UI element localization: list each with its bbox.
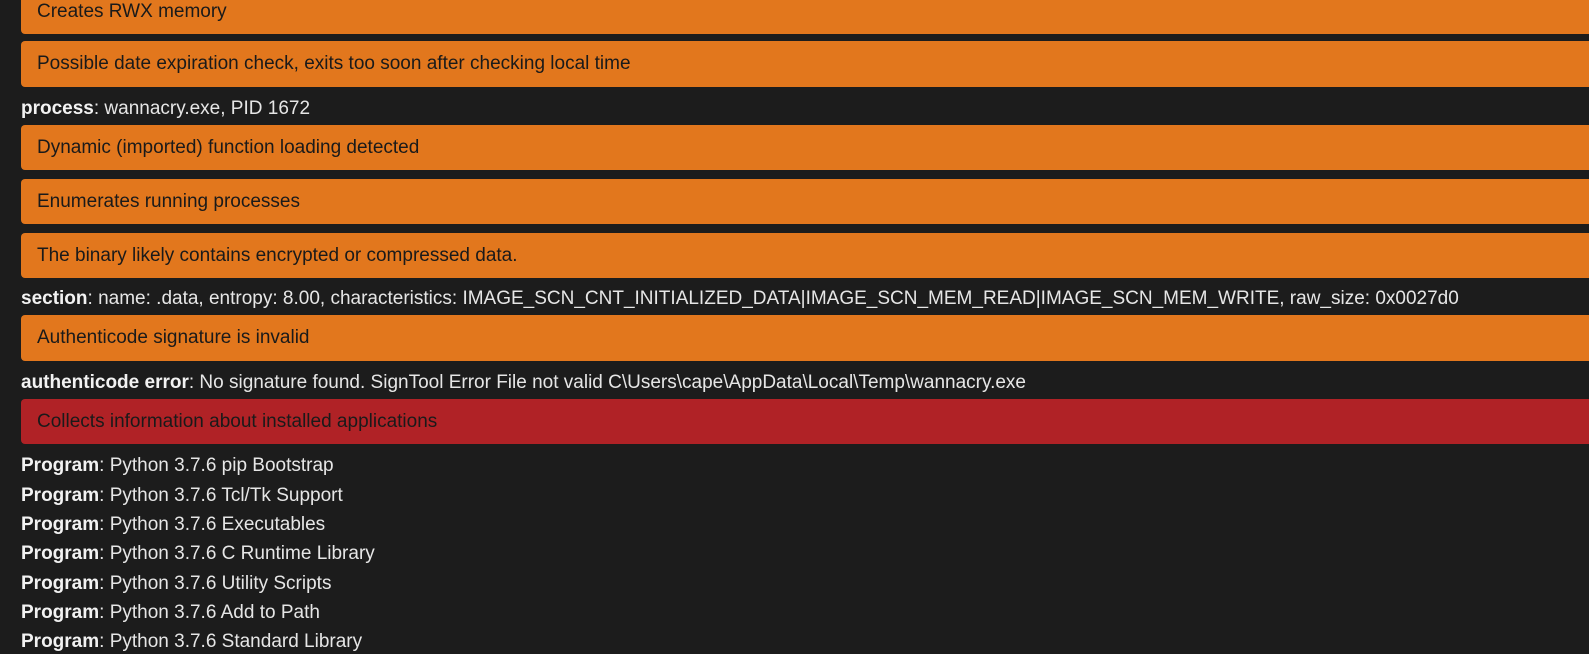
signature-label: Enumerates running processes	[37, 190, 300, 212]
program-item: Program: Python 3.7.6 Add to Path	[21, 602, 320, 624]
process-detail: process: wannacry.exe, PID 1672	[21, 98, 310, 120]
detail-key: Program	[21, 631, 100, 652]
program-item: Program: Python 3.7.6 pip Bootstrap	[21, 455, 334, 477]
detail-value: : Python 3.7.6 pip Bootstrap	[99, 455, 334, 476]
program-item: Program: Python 3.7.6 Standard Library	[21, 631, 362, 653]
signature-dynamic-function-loading[interactable]: Dynamic (imported) function loading dete…	[21, 125, 1589, 170]
detail-value: : Python 3.7.6 Executables	[99, 514, 326, 535]
detail-value: : Python 3.7.6 Tcl/Tk Support	[99, 485, 343, 506]
signature-installed-applications[interactable]: Collects information about installed app…	[21, 399, 1589, 444]
signature-enumerates-processes[interactable]: Enumerates running processes	[21, 179, 1589, 224]
detail-key: section	[21, 288, 88, 309]
detail-value: : Python 3.7.6 C Runtime Library	[99, 543, 375, 564]
detail-key: Program	[21, 573, 100, 594]
signature-label: Creates RWX memory	[37, 1, 227, 22]
detail-value: : Python 3.7.6 Utility Scripts	[99, 573, 332, 594]
program-item: Program: Python 3.7.6 Executables	[21, 514, 325, 536]
detail-key: Program	[21, 455, 100, 476]
detail-value: : Python 3.7.6 Standard Library	[99, 631, 363, 652]
authenticode-error-detail: authenticode error: No signature found. …	[21, 372, 1026, 394]
detail-key: Program	[21, 543, 100, 564]
detail-value: : Python 3.7.6 Add to Path	[99, 602, 320, 623]
program-item: Program: Python 3.7.6 Tcl/Tk Support	[21, 485, 343, 507]
signature-date-expiration-check[interactable]: Possible date expiration check, exits to…	[21, 41, 1589, 87]
signature-label: Dynamic (imported) function loading dete…	[37, 136, 420, 158]
section-detail: section: name: .data, entropy: 8.00, cha…	[21, 288, 1459, 310]
signature-label: Authenticode signature is invalid	[37, 327, 310, 348]
signature-encrypted-compressed-data[interactable]: The binary likely contains encrypted or …	[21, 233, 1589, 278]
detail-key: Program	[21, 602, 100, 623]
detail-key: authenticode error	[21, 372, 189, 393]
signature-label: Possible date expiration check, exits to…	[37, 53, 631, 74]
signature-label: Collects information about installed app…	[37, 410, 438, 432]
signatures-panel: Creates RWX memory Possible date expirat…	[0, 0, 1589, 654]
detail-key: Program	[21, 514, 100, 535]
detail-key: Program	[21, 485, 100, 506]
signature-label: The binary likely contains encrypted or …	[37, 244, 518, 266]
program-item: Program: Python 3.7.6 Utility Scripts	[21, 573, 331, 595]
signature-creates-rwx-memory[interactable]: Creates RWX memory	[21, 0, 1589, 34]
signature-authenticode-invalid[interactable]: Authenticode signature is invalid	[21, 315, 1589, 361]
program-item: Program: Python 3.7.6 C Runtime Library	[21, 543, 375, 565]
detail-value: : No signature found. SignTool Error Fil…	[188, 372, 1026, 393]
detail-value: : name: .data, entropy: 8.00, characteri…	[87, 288, 1459, 309]
detail-value: : wannacry.exe, PID 1672	[93, 98, 311, 119]
detail-key: process	[21, 98, 94, 119]
